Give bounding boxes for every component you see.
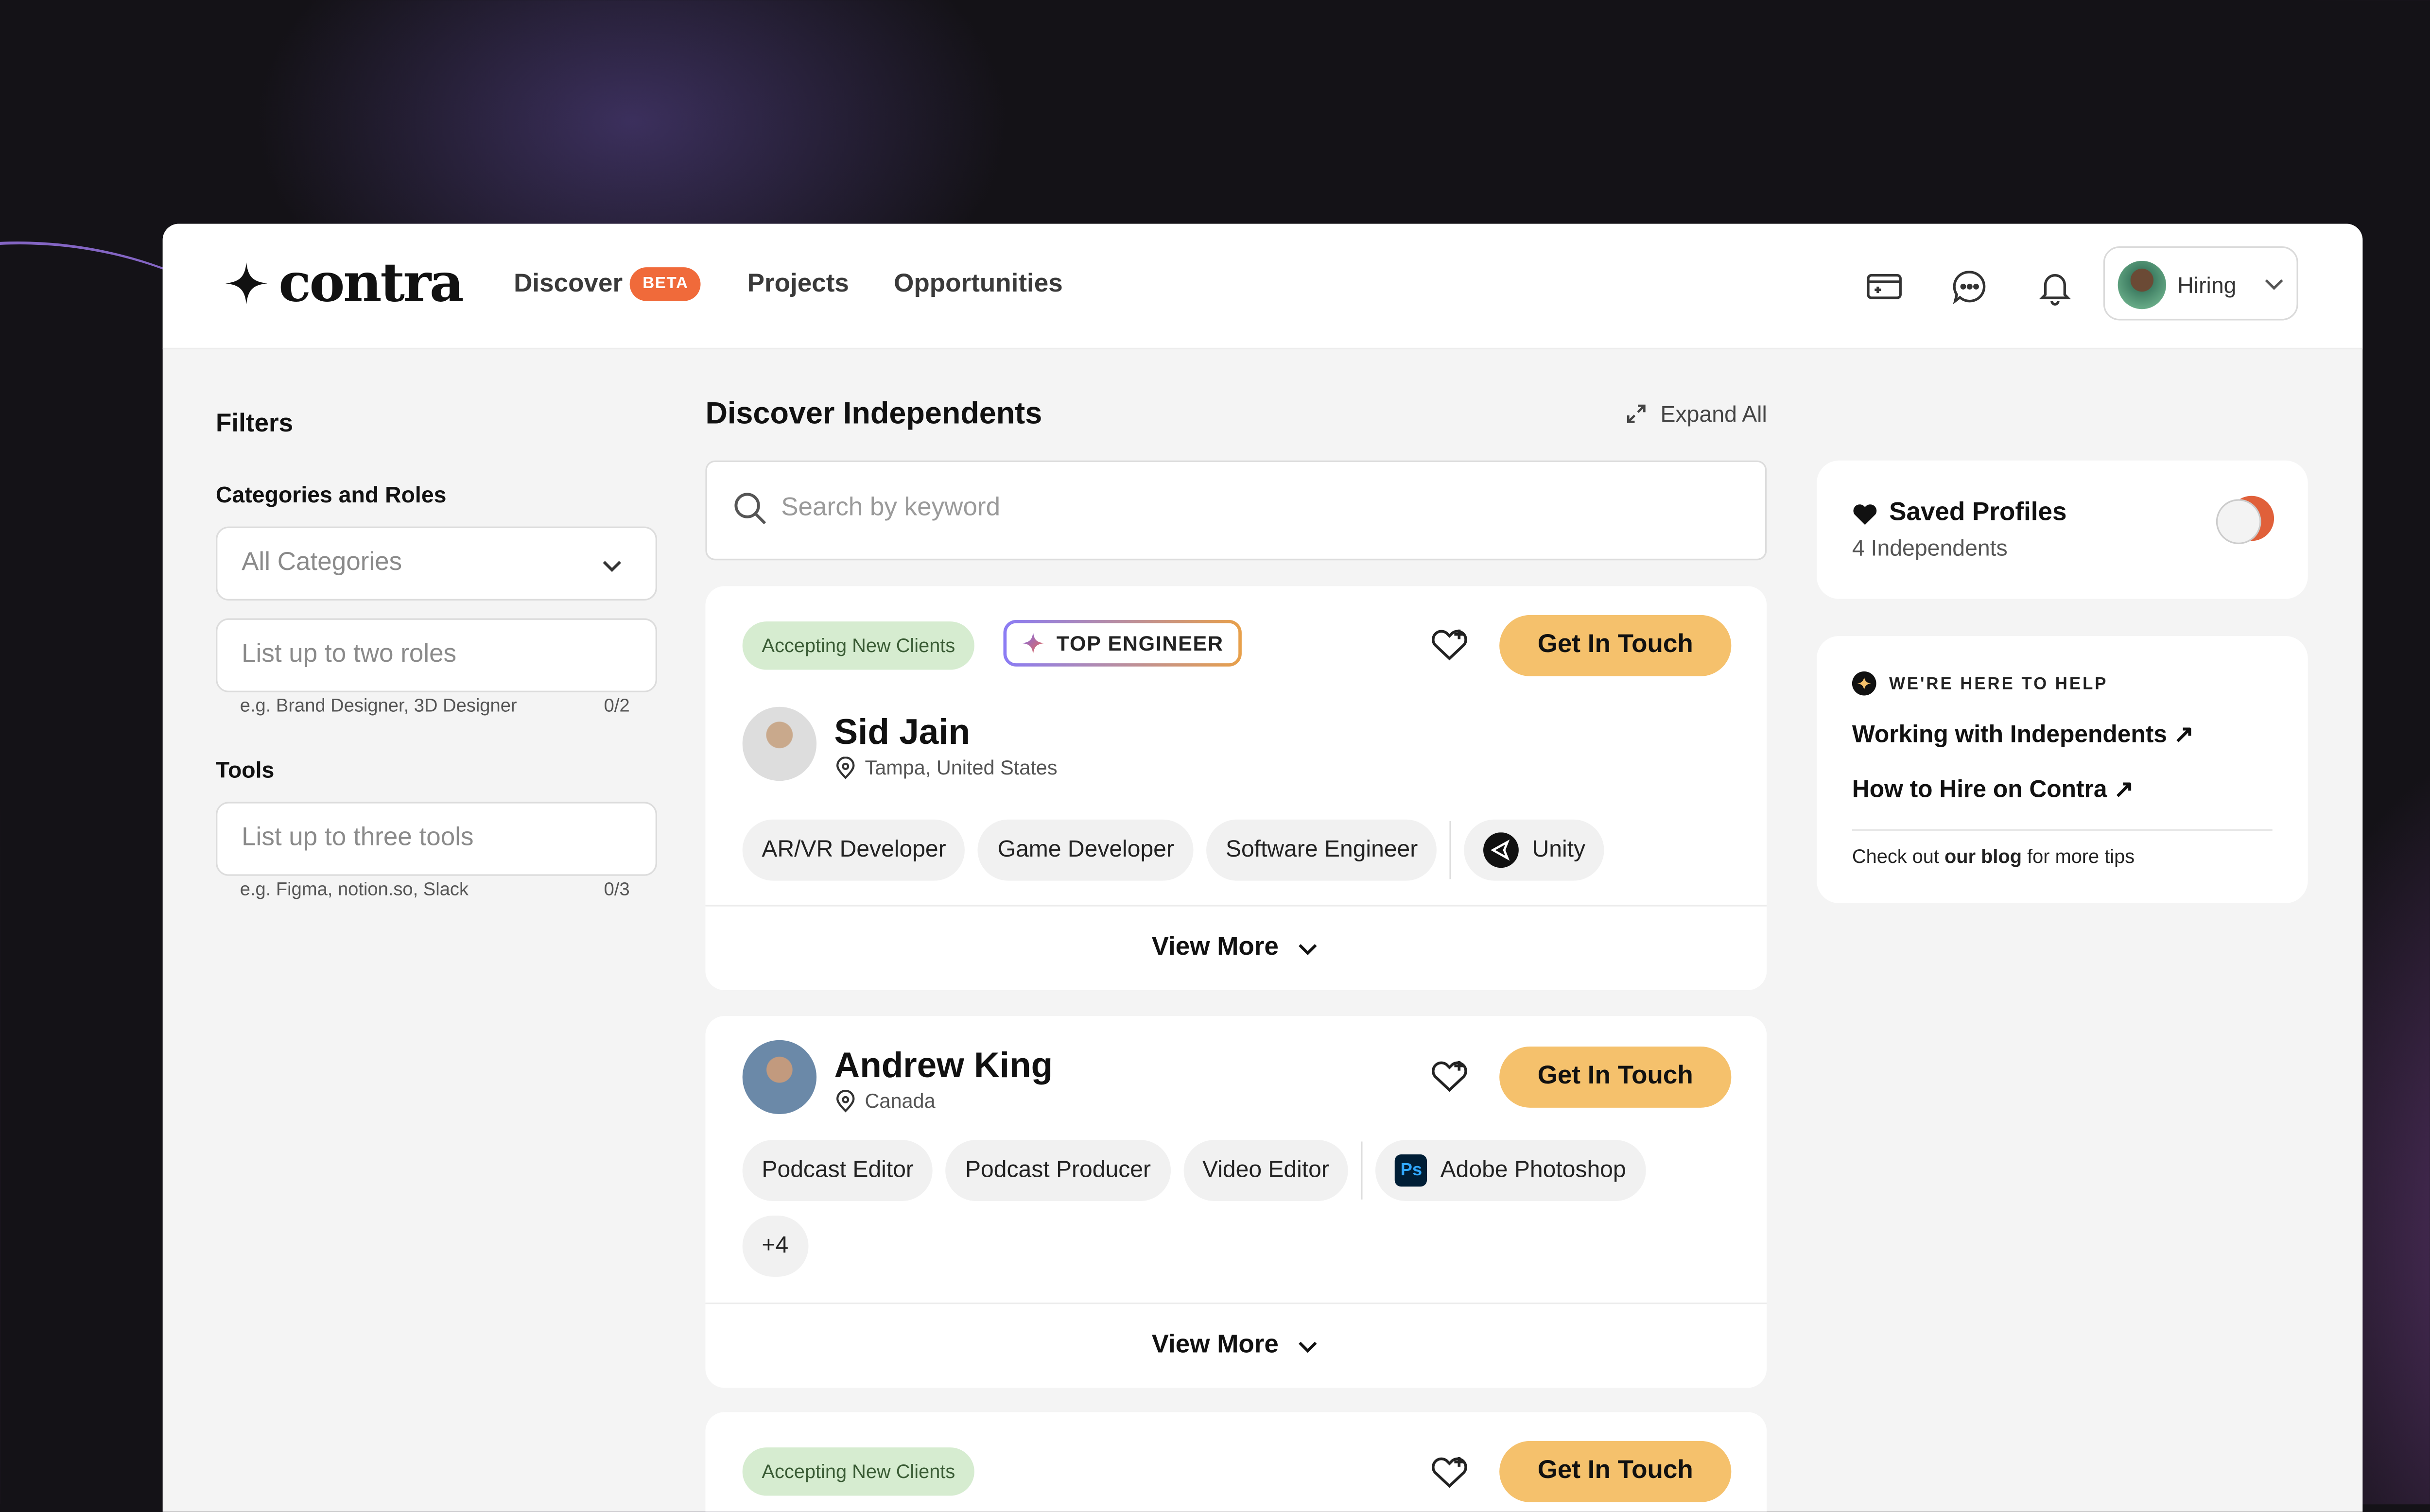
- role-chip[interactable]: Game Developer: [978, 819, 1194, 881]
- help-link-how-to-hire[interactable]: How to Hire on Contra ↗: [1852, 774, 2134, 803]
- chevron-down-icon: [1298, 944, 1317, 955]
- expand-all-label: Expand All: [1660, 401, 1767, 427]
- profile-card: Accepting New Clients TOP ENGINEER Get I…: [705, 586, 1767, 990]
- get-in-touch-button[interactable]: Get In Touch: [1499, 1441, 1732, 1502]
- messages-icon[interactable]: [1950, 267, 1989, 306]
- account-switcher[interactable]: Hiring: [2103, 246, 2298, 321]
- save-heart-icon[interactable]: [1428, 623, 1470, 665]
- blog-link[interactable]: our blog: [1944, 845, 2022, 868]
- brand-name: contra: [278, 251, 464, 314]
- save-heart-icon[interactable]: [1428, 1055, 1470, 1097]
- skills-row: Podcast Editor Podcast Producer Video Ed…: [742, 1140, 1646, 1202]
- categories-select[interactable]: All Categories: [216, 526, 658, 601]
- help-kicker: WE'RE HERE TO HELP: [1889, 674, 2108, 694]
- tool-chip[interactable]: Ps Adobe Photoshop: [1376, 1140, 1646, 1202]
- get-in-touch-button[interactable]: Get In Touch: [1499, 1046, 1732, 1108]
- save-heart-icon[interactable]: [1428, 1451, 1470, 1493]
- tool-label: Adobe Photoshop: [1440, 1157, 1626, 1184]
- divider: [1450, 821, 1452, 879]
- blog-prompt-pre: Check out: [1852, 845, 1944, 868]
- notifications-bell-icon[interactable]: [2036, 267, 2075, 306]
- accepting-clients-badge: Accepting New Clients: [742, 1447, 975, 1496]
- profile-avatar[interactable]: [742, 1040, 817, 1115]
- categories-value: All Categories: [242, 549, 402, 577]
- more-skills-chip[interactable]: +4: [742, 1215, 808, 1277]
- divider: [1852, 829, 2273, 831]
- tools-placeholder: List up to three tools: [242, 824, 474, 852]
- location-pin-icon: [836, 756, 855, 779]
- chevron-down-icon: [2265, 279, 2283, 290]
- expand-all-button[interactable]: Expand All: [1625, 401, 1767, 427]
- get-in-touch-button[interactable]: Get In Touch: [1499, 615, 1732, 676]
- saved-profiles-card[interactable]: Saved Profiles 4 Independents: [1816, 460, 2308, 599]
- role-chip[interactable]: Video Editor: [1183, 1140, 1349, 1202]
- view-more-button[interactable]: View More: [705, 905, 1767, 990]
- roles-input[interactable]: List up to two roles: [216, 618, 658, 692]
- top-nav: contra Discover BETA Projects Opportunit…: [162, 223, 2363, 350]
- help-card: WE'RE HERE TO HELP Working with Independ…: [1816, 636, 2308, 904]
- role-chip[interactable]: Podcast Producer: [946, 1140, 1170, 1202]
- top-engineer-label: TOP ENGINEER: [1056, 631, 1224, 655]
- beta-badge: BETA: [629, 267, 702, 301]
- user-avatar: [2118, 260, 2167, 309]
- saved-avatars: [2216, 496, 2274, 548]
- filters-title: Filters: [216, 411, 294, 438]
- chevron-down-icon: [1298, 1341, 1317, 1353]
- profile-card: Accepting New Clients Get In Touch: [705, 1412, 1767, 1512]
- chevron-down-icon: [603, 561, 621, 572]
- sparkle-logo-icon: [225, 262, 268, 305]
- tools-hint: e.g. Figma, notion.so, Slack: [240, 880, 469, 900]
- unity-icon: [1484, 832, 1520, 868]
- account-mode-label: Hiring: [2177, 272, 2237, 298]
- heart-filled-icon: [1853, 504, 1877, 525]
- nav-projects[interactable]: Projects: [747, 271, 849, 300]
- tools-input[interactable]: List up to three tools: [216, 802, 658, 876]
- roles-hint: e.g. Brand Designer, 3D Designer: [240, 697, 517, 717]
- location-text: Tampa, United States: [865, 756, 1058, 779]
- roles-placeholder: List up to two roles: [242, 640, 457, 669]
- view-more-button[interactable]: View More: [705, 1302, 1767, 1388]
- profile-location: Canada: [834, 1090, 936, 1113]
- tool-chip[interactable]: Unity: [1464, 819, 1605, 881]
- profile-location: Tampa, United States: [834, 756, 1058, 779]
- sparkle-icon: [1022, 632, 1044, 654]
- contra-logo[interactable]: contra: [224, 251, 464, 314]
- blog-prompt-post: for more tips: [2022, 845, 2135, 868]
- roles-counter: 0/2: [604, 697, 630, 717]
- view-more-label: View More: [1151, 1331, 1279, 1359]
- search-input[interactable]: Search by keyword: [705, 460, 1767, 561]
- contra-help-icon: [1852, 671, 1876, 696]
- accepting-clients-badge: Accepting New Clients: [742, 621, 975, 670]
- blog-prompt: Check out our blog for more tips: [1852, 845, 2135, 868]
- tools-counter: 0/3: [604, 880, 630, 900]
- divider: [1361, 1141, 1363, 1200]
- saved-profiles-count: 4 Independents: [1852, 534, 2008, 561]
- top-engineer-badge: TOP ENGINEER: [1003, 620, 1241, 667]
- photoshop-icon: Ps: [1395, 1154, 1428, 1187]
- app-window: contra Discover BETA Projects Opportunit…: [162, 223, 2363, 1512]
- tool-label: Unity: [1532, 837, 1586, 863]
- profile-name[interactable]: Sid Jain: [834, 712, 971, 754]
- skills-row: AR/VR Developer Game Developer Software …: [742, 819, 1605, 881]
- profile-card: Andrew King Canada Get In Touch Podcast …: [705, 1016, 1767, 1388]
- saved-profiles-title: Saved Profiles: [1889, 499, 2067, 527]
- role-chip[interactable]: Software Engineer: [1206, 819, 1438, 881]
- role-chip[interactable]: Podcast Editor: [742, 1140, 933, 1202]
- profile-name[interactable]: Andrew King: [834, 1045, 1053, 1087]
- nav-opportunities[interactable]: Opportunities: [894, 271, 1063, 300]
- view-more-label: View More: [1151, 934, 1279, 962]
- payments-card-icon[interactable]: [1865, 267, 1904, 306]
- help-link-working-with-independents[interactable]: Working with Independents ↗: [1852, 720, 2194, 749]
- page-title: Discover Independents: [705, 397, 1042, 432]
- role-chip[interactable]: AR/VR Developer: [742, 819, 966, 881]
- nav-discover[interactable]: Discover: [514, 271, 623, 300]
- expand-arrows-icon: [1627, 404, 1646, 423]
- search-placeholder: Search by keyword: [781, 494, 1001, 522]
- search-icon: [734, 493, 766, 525]
- tools-label: Tools: [216, 756, 275, 783]
- profile-avatar[interactable]: [742, 706, 817, 781]
- location-text: Canada: [865, 1090, 936, 1113]
- categories-label: Categories and Roles: [216, 481, 447, 507]
- location-pin-icon: [836, 1090, 855, 1113]
